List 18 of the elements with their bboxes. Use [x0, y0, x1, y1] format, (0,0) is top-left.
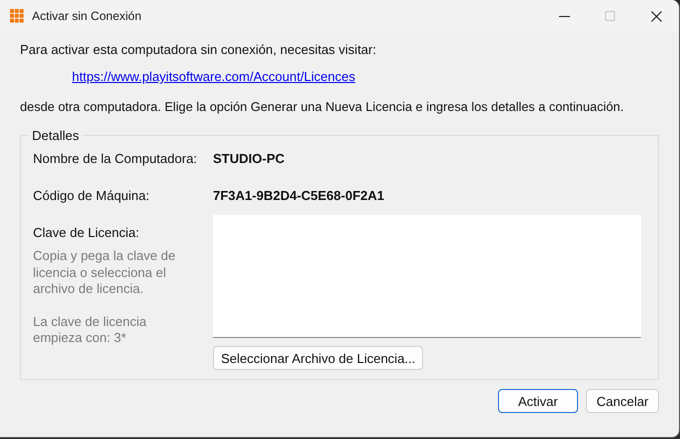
activate-button[interactable]: Activar: [498, 389, 578, 413]
hint-text: La clave de licencia empieza con: 3*: [33, 314, 148, 346]
close-icon[interactable]: [650, 10, 662, 22]
field-label: Clave de Licencia:: [33, 225, 140, 240]
license-link[interactable]: https://www.playitsoftware.com/Account/Licences: [72, 69, 356, 84]
window-title: Activar sin Conexión: [32, 9, 142, 23]
intro-text: Para activar esta computadora sin conexión, necesitas visitar:: [20, 42, 378, 57]
cancel-button[interactable]: Cancelar: [586, 389, 659, 413]
license-key-field[interactable]: [213, 215, 641, 338]
app-icon: [10, 9, 24, 23]
instructions-text: desde otra computadora. Elige la opción Generar una Nueva Licencia e ingresa los detalles a continuación.: [20, 100, 625, 114]
hint-text: Copia y pega la clave de licencia o selecciona el archivo de licencia.: [33, 248, 176, 298]
field-label: Código de Máquina:: [33, 188, 150, 203]
select-file-button[interactable]: Seleccionar Archivo de Licencia...: [213, 346, 424, 370]
field-label: Nombre de la Computadora:: [33, 151, 198, 166]
group-title: Detalles: [31, 128, 80, 143]
field-value: STUDIO-PC: [213, 151, 284, 166]
field-value: 7F3A1-9B2D4-C5E68-0F2A1: [213, 188, 384, 203]
